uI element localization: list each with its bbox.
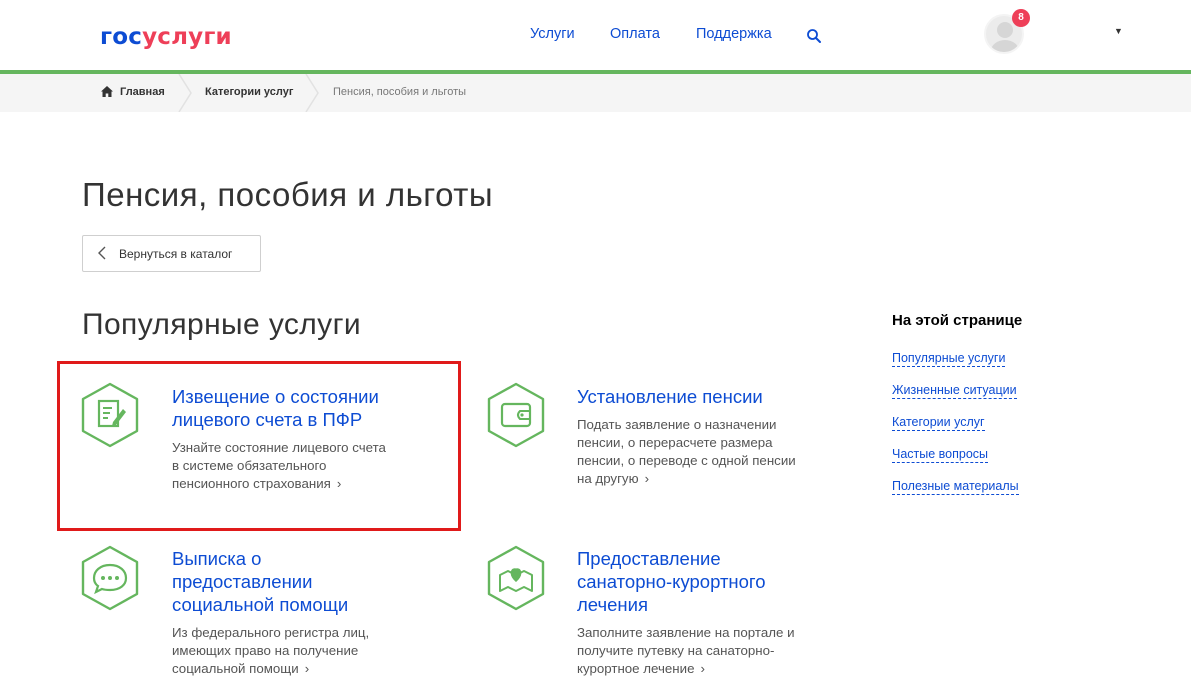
- breadcrumb-separator: [178, 74, 192, 112]
- chat-bubble-icon: [81, 545, 139, 611]
- breadcrumb-separator: [305, 74, 319, 112]
- home-icon[interactable]: [101, 86, 113, 97]
- back-button-label: Вернуться в каталог: [119, 247, 233, 261]
- card-desc-line: курортное лечение: [577, 661, 695, 676]
- nav-payment[interactable]: Оплата: [610, 26, 660, 42]
- highlight-frame: [57, 361, 461, 531]
- sidebar-link-popular[interactable]: Популярные услуги: [892, 350, 1006, 367]
- logo-part-gos: гос: [100, 24, 143, 50]
- notification-badge[interactable]: 8: [1012, 9, 1030, 27]
- breadcrumb-home[interactable]: Главная: [120, 86, 165, 98]
- card-title-line: санаторно-курортного: [577, 571, 766, 592]
- card-desc-line: пенсии, о переводе с одной пенсии: [577, 453, 796, 468]
- card-description: Заполните заявление на портале и получит…: [577, 624, 795, 678]
- sidebar-link-life-situations[interactable]: Жизненные ситуации: [892, 382, 1017, 399]
- logo-part-uslugi: услуги: [142, 24, 232, 50]
- card-desc-line: имеющих право на получение: [172, 643, 359, 658]
- chevron-right-icon[interactable]: ›: [305, 660, 309, 678]
- card-desc-line: социальной помощи: [172, 661, 299, 676]
- search-icon[interactable]: [806, 28, 822, 44]
- wallet-icon: [487, 382, 545, 448]
- card-title-line: Предоставление: [577, 548, 721, 569]
- site-header: госуслуги Услуги Оплата Поддержка 8 ▼: [0, 0, 1191, 70]
- nav-support[interactable]: Поддержка: [696, 26, 772, 42]
- card-description: Подать заявление о назначении пенсии, о …: [577, 416, 796, 488]
- card-desc-line: Подать заявление о назначении: [577, 417, 777, 432]
- gosuslugi-logo[interactable]: госуслуги: [100, 24, 232, 50]
- card-title-line: лечения: [577, 594, 648, 615]
- card-desc-line: Заполните заявление на портале и: [577, 625, 795, 640]
- sidebar-title: На этой странице: [892, 312, 1023, 329]
- card-desc-line: пенсии, о перерасчете размера: [577, 435, 773, 450]
- card-title-line: предоставлении: [172, 571, 313, 592]
- breadcrumb: Главная Категории услуг Пенсия, пособия …: [0, 74, 1191, 112]
- chevron-right-icon[interactable]: ›: [645, 470, 649, 488]
- card-desc-line: получите путевку на санаторно-: [577, 643, 775, 658]
- breadcrumb-categories[interactable]: Категории услуг: [205, 86, 293, 98]
- section-title-popular: Популярные услуги: [82, 308, 362, 341]
- chevron-left-icon: [98, 246, 106, 260]
- card-title[interactable]: Выписка о предоставлении социальной помо…: [172, 547, 348, 616]
- sidebar-link-materials[interactable]: Полезные материалы: [892, 478, 1019, 495]
- breadcrumb-current: Пенсия, пособия и льготы: [333, 86, 467, 98]
- card-title-line: Выписка о: [172, 548, 262, 569]
- heart-map-icon: [487, 545, 545, 611]
- card-title-line: социальной помощи: [172, 594, 349, 615]
- card-description: Из федерального регистра лиц, имеющих пр…: [172, 624, 369, 678]
- chevron-right-icon[interactable]: ›: [700, 660, 704, 678]
- card-desc-line: Из федерального регистра лиц,: [172, 625, 370, 640]
- card-desc-line: на другую: [577, 471, 639, 486]
- card-title[interactable]: Установление пенсии: [577, 385, 763, 408]
- nav-services[interactable]: Услуги: [530, 26, 575, 42]
- sidebar-link-categories[interactable]: Категории услуг: [892, 414, 985, 431]
- sidebar-link-faq[interactable]: Частые вопросы: [892, 446, 989, 463]
- card-title[interactable]: Предоставление санаторно-курортного лече…: [577, 547, 766, 616]
- page-title: Пенсия, пособия и льготы: [82, 176, 494, 213]
- card-title-line: Установление пенсии: [577, 386, 763, 407]
- back-to-catalog-button[interactable]: Вернуться в каталог: [82, 235, 261, 272]
- chevron-down-icon[interactable]: ▼: [1114, 26, 1123, 36]
